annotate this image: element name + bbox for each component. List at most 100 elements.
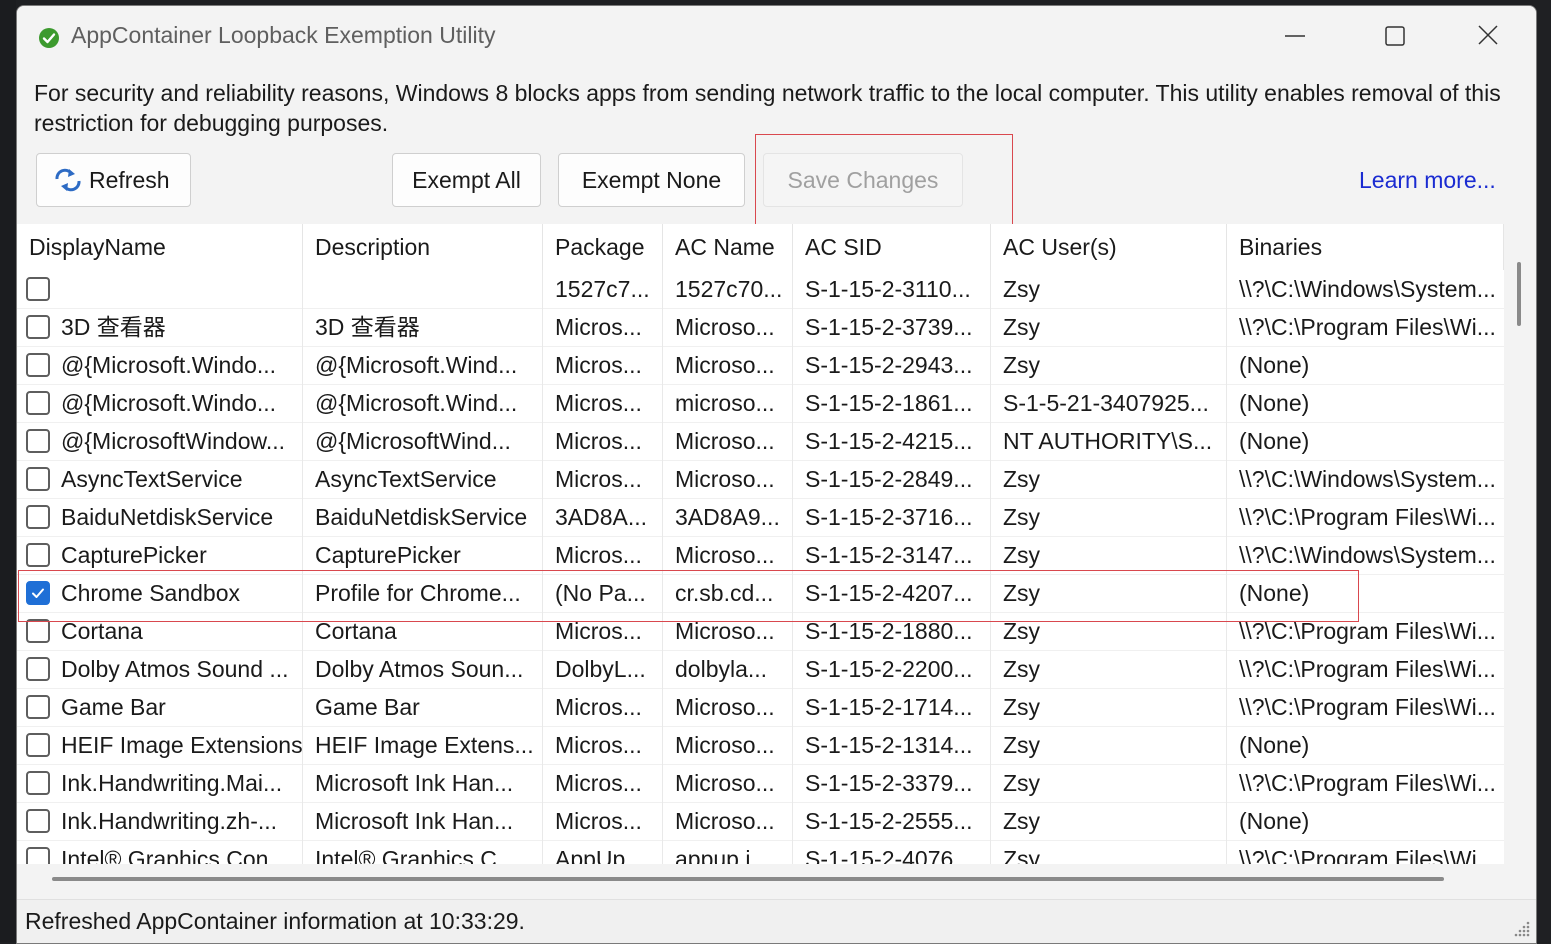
table-row[interactable]: @{Microsoft.Windo... @{Microsoft.Wind... M… (17, 346, 1504, 385)
cell-binaries: \\?\C:\Program Files\Wi... (1239, 504, 1496, 530)
cell-package: Micros... (543, 688, 663, 726)
cell-package: Micros... (543, 726, 663, 764)
refresh-button[interactable]: Refresh (36, 153, 191, 207)
column-header-display-name[interactable]: DisplayName (17, 224, 303, 270)
cell-binaries: \\?\C:\Program Files\Wi... (1239, 770, 1496, 796)
cell-package: Micros... (543, 764, 663, 802)
cell-ac-name: Microso... (663, 422, 793, 460)
window-title: AppContainer Loopback Exemption Utility (71, 22, 496, 48)
column-header-ac-name[interactable]: AC Name (663, 224, 793, 270)
cell-display-name: Dolby Atmos Sound ... (17, 650, 303, 688)
cell-ac-name: appup.i... (663, 840, 793, 864)
cell-ac-users: Zsy (991, 460, 1227, 498)
column-header-ac-users[interactable]: AC User(s) (991, 224, 1227, 270)
cell-package: 3AD8A... (543, 498, 663, 536)
cell-description: BaiduNetdiskService (303, 498, 543, 536)
cell-ac-users: Zsy (991, 764, 1227, 802)
cell-display-name: AsyncTextService (17, 460, 303, 498)
cell-binaries: \\?\C:\Program Files\Wi... (1239, 314, 1496, 340)
cell-display-name: Intel® Graphics Con... (17, 840, 303, 864)
cell-ac-name: Microso... (663, 764, 793, 802)
cell-binaries: \\?\C:\Program Files\Wi... (1239, 846, 1496, 864)
cell-ac-sid: S-1-15-2-1314... (793, 726, 991, 764)
cell-ac-users: Zsy (991, 840, 1227, 864)
column-header-package[interactable]: Package (543, 224, 663, 270)
title-bar[interactable]: AppContainer Loopback Exemption Utility (17, 6, 1536, 66)
status-bar: Refreshed AppContainer information at 10… (17, 899, 1536, 943)
cell-ac-name: Microso... (663, 802, 793, 840)
cell-ac-name: Microso... (663, 536, 793, 574)
cell-ac-users: Zsy (991, 688, 1227, 726)
cell-ac-users: Zsy (991, 346, 1227, 384)
table-row[interactable]: AsyncTextService AsyncTextService Micros..… (17, 460, 1504, 499)
table-row[interactable]: 1527c7... 1527c70... S-1-15-2-3110... Zsy \\… (17, 270, 1504, 309)
cell-ac-name: 1527c70... (663, 270, 793, 308)
table-row[interactable]: Ink.Handwriting.Mai... Microsoft Ink Han.… (17, 764, 1504, 803)
cell-ac-name: dolbyla... (663, 650, 793, 688)
cell-ac-sid: S-1-15-2-3739... (793, 308, 991, 346)
resize-grip-icon[interactable] (1513, 920, 1531, 938)
app-status-icon (39, 28, 59, 48)
cell-display-name: BaiduNetdiskService (17, 498, 303, 536)
table-row[interactable]: @{MicrosoftWindow... @{MicrosoftWind... Mi… (17, 422, 1504, 461)
vertical-scrollbar[interactable] (1504, 224, 1536, 864)
close-icon[interactable] (1465, 16, 1511, 56)
background-desktop-left (0, 0, 16, 942)
cell-display-name: @{MicrosoftWindow... (17, 422, 303, 460)
table-row[interactable]: Ink.Handwriting.zh-... Microsoft Ink Han.… (17, 802, 1504, 841)
refresh-label: Refresh (89, 166, 170, 193)
exempt-all-button[interactable]: Exempt All (392, 153, 541, 207)
exempt-none-button[interactable]: Exempt None (558, 153, 745, 207)
cell-binaries: \\?\C:\Windows\System... (1239, 466, 1496, 492)
column-header-ac-sid[interactable]: AC SID (793, 224, 991, 270)
cell-ac-sid: S-1-15-2-2200... (793, 650, 991, 688)
maximize-icon[interactable] (1372, 16, 1418, 56)
table-row[interactable]: 3D 查看器 3D 查看器 Micros... Microso... S-1-15-2-… (17, 308, 1504, 347)
horizontal-scrollbar[interactable] (17, 864, 1536, 894)
cell-description: Microsoft Ink Han... (303, 764, 543, 802)
cell-binaries: \\?\C:\Windows\System... (1239, 276, 1496, 302)
cell-ac-users: S-1-5-21-3407925... (991, 384, 1227, 422)
cell-ac-users: Zsy (991, 650, 1227, 688)
table-row[interactable]: BaiduNetdiskService BaiduNetdiskService 3A… (17, 498, 1504, 537)
minimize-icon[interactable] (1272, 16, 1318, 56)
cell-package: AppUp... (543, 840, 663, 864)
cell-ac-users: Zsy (991, 802, 1227, 840)
cell-ac-sid: S-1-15-2-3147... (793, 536, 991, 574)
cell-description: Microsoft Ink Han... (303, 802, 543, 840)
cell-binaries: \\?\C:\Program Files\Wi... (1239, 694, 1496, 720)
column-header-binaries[interactable]: Binaries (1227, 224, 1504, 270)
cell-display-name: CapturePicker (17, 536, 303, 574)
vertical-scroll-thumb[interactable] (1517, 262, 1521, 326)
cell-ac-sid: S-1-15-2-2555... (793, 802, 991, 840)
cell-display-name: @{Microsoft.Windo... (17, 346, 303, 384)
cell-ac-users: Zsy (991, 498, 1227, 536)
cell-package: Micros... (543, 346, 663, 384)
intro-description: For security and reliability reasons, Wi… (34, 80, 1501, 136)
cell-package: Micros... (543, 384, 663, 422)
cell-description: HEIF Image Extens... (303, 726, 543, 764)
cell-display-name: HEIF Image Extensions (17, 726, 303, 764)
cell-display-name: Ink.Handwriting.Mai... (17, 764, 303, 802)
cell-ac-name: Microso... (663, 308, 793, 346)
cell-description: @{Microsoft.Wind... (303, 384, 543, 422)
cell-ac-sid: S-1-15-2-2849... (793, 460, 991, 498)
cell-description (303, 270, 543, 308)
column-header-description[interactable]: Description (303, 224, 543, 270)
table-row[interactable]: HEIF Image Extensions HEIF Image Extens..… (17, 726, 1504, 765)
cell-display-name: 3D 查看器 (17, 308, 303, 346)
cell-display-name: Game Bar (17, 688, 303, 726)
cell-description: AsyncTextService (303, 460, 543, 498)
table-row[interactable]: Game Bar Game Bar Micros... Microso... S-1-1… (17, 688, 1504, 727)
cell-ac-users: NT AUTHORITY\S... (991, 422, 1227, 460)
horizontal-scroll-thumb[interactable] (52, 877, 1444, 881)
table-row[interactable]: Intel® Graphics Con... Intel® Graphics C.… (17, 840, 1504, 864)
cell-ac-sid: S-1-15-2-3110... (793, 270, 991, 308)
table-row[interactable]: Dolby Atmos Sound ... Dolby Atmos Soun...… (17, 650, 1504, 689)
cell-ac-sid: S-1-15-2-2943... (793, 346, 991, 384)
cell-ac-name: microso... (663, 384, 793, 422)
table-row[interactable]: @{Microsoft.Windo... @{Microsoft.Wind... M… (17, 384, 1504, 423)
learn-more-link[interactable]: Learn more... (1359, 167, 1496, 194)
cell-ac-name: Microso... (663, 346, 793, 384)
cell-package: Micros... (543, 536, 663, 574)
